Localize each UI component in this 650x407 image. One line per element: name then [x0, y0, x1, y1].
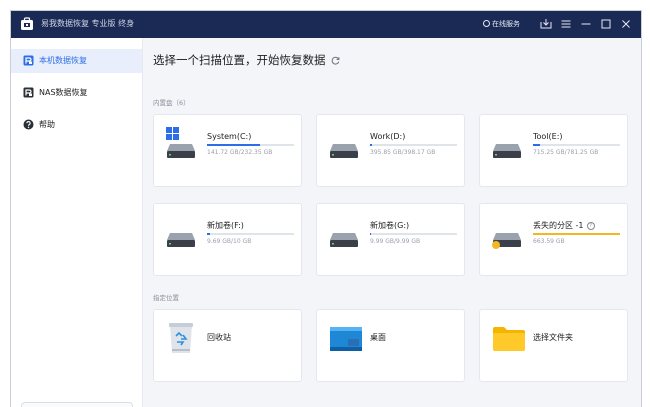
headset-icon	[483, 20, 490, 27]
drive-card-g[interactable]: 新加卷(G:) 9.99 GB/9.99 GB	[316, 203, 465, 276]
maximize-icon	[601, 19, 611, 29]
refresh-icon[interactable]	[331, 56, 340, 65]
maximize-button[interactable]	[598, 16, 614, 32]
hard-drive-icon	[493, 144, 521, 158]
drive-size: 9.99 GB/9.99 GB	[370, 238, 421, 245]
minimize-icon	[581, 23, 591, 25]
nas-recovery-icon	[23, 87, 34, 98]
app-window: 易我数据恢复 专业版 终身 在线服务 本机数据恢复 NAS数据恢复 帮助 选择一…	[10, 10, 642, 407]
main-content: 选择一个扫描位置，开始恢复数据 内置盘（6） System(C:) 141.72…	[143, 38, 641, 407]
sidebar-item-local-recovery[interactable]: 本机数据恢复	[11, 49, 142, 73]
sidebar-item-label: NAS数据恢复	[39, 88, 88, 97]
online-service-label: 在线服务	[492, 20, 520, 28]
desktop-icon	[330, 327, 362, 351]
specified-location-label: 指定位置	[153, 294, 179, 302]
sidebar-item-label: 帮助	[39, 120, 55, 129]
drive-name: Tool(E:)	[533, 132, 563, 141]
hard-drive-icon	[167, 144, 195, 158]
hard-drive-icon	[330, 144, 358, 158]
export-button[interactable]	[538, 16, 554, 32]
drive-size: 663.59 GB	[533, 238, 565, 245]
drive-usage-bar	[207, 144, 294, 146]
drive-usage-bar	[207, 233, 294, 235]
local-recovery-icon	[23, 55, 34, 66]
drive-usage-bar	[370, 233, 457, 235]
drive-name: 丢失的分区 -1	[533, 221, 584, 230]
location-card-select-folder[interactable]: 选择文件夹	[479, 309, 628, 382]
hard-drive-icon	[330, 233, 358, 247]
drive-name: 新加卷(F:)	[207, 221, 244, 230]
drive-size: 9.69 GB/10 GB	[207, 238, 252, 245]
drive-usage-bar	[533, 144, 620, 146]
menu-button[interactable]	[558, 16, 574, 32]
export-icon	[540, 19, 552, 29]
drive-card-d[interactable]: Work(D:) 395.85 GB/398.17 GB	[316, 114, 465, 187]
help-icon	[23, 119, 34, 130]
folder-icon	[493, 327, 525, 351]
sidebar: 本机数据恢复 NAS数据恢复 帮助	[11, 38, 143, 407]
sidebar-item-nas-recovery[interactable]: NAS数据恢复	[11, 81, 142, 105]
hard-drive-icon	[167, 233, 195, 247]
drive-usage-bar	[370, 144, 457, 146]
sidebar-item-label: 本机数据恢复	[39, 56, 87, 65]
app-title: 易我数据恢复 专业版 终身	[41, 19, 135, 28]
recycle-bin-icon	[169, 323, 193, 353]
close-button[interactable]	[618, 16, 634, 32]
sidebar-bottom-panel[interactable]	[21, 402, 133, 407]
page-title: 选择一个扫描位置，开始恢复数据	[153, 53, 326, 67]
drive-usage-bar	[533, 233, 620, 235]
drive-card-lost-partition[interactable]: 丢失的分区 -1? 663.59 GB	[479, 203, 628, 276]
title-bar: 易我数据恢复 专业版 终身 在线服务	[11, 11, 641, 38]
location-label: 选择文件夹	[533, 333, 573, 342]
drive-card-e[interactable]: Tool(E:) 715.25 GB/781.25 GB	[479, 114, 628, 187]
minimize-button[interactable]	[578, 16, 594, 32]
drive-size: 395.85 GB/398.17 GB	[370, 149, 436, 156]
drive-card-f[interactable]: 新加卷(F:) 9.69 GB/10 GB	[153, 203, 302, 276]
drive-card-c[interactable]: System(C:) 141.72 GB/232.35 GB	[153, 114, 302, 187]
online-service-link[interactable]: 在线服务	[483, 18, 520, 30]
app-logo-icon	[21, 17, 33, 30]
location-card-desktop[interactable]: 桌面	[316, 309, 465, 382]
location-label: 桌面	[370, 333, 386, 342]
drive-size: 141.72 GB/232.35 GB	[207, 149, 273, 156]
drive-name: Work(D:)	[370, 132, 406, 141]
question-mark-icon[interactable]: ?	[586, 222, 595, 230]
drive-size: 715.25 GB/781.25 GB	[533, 149, 599, 156]
sidebar-item-help[interactable]: 帮助	[11, 113, 142, 137]
hamburger-icon	[561, 20, 571, 28]
close-icon	[622, 20, 630, 28]
windows-logo-icon	[166, 127, 179, 140]
drive-name: System(C:)	[207, 132, 252, 141]
drive-name-wrap: 丢失的分区 -1?	[533, 220, 595, 231]
lost-partition-badge-icon	[492, 241, 500, 249]
location-label: 回收站	[207, 333, 231, 342]
drive-name: 新加卷(G:)	[370, 221, 410, 230]
internal-disk-label: 内置盘（6）	[153, 99, 190, 107]
location-card-recycle-bin[interactable]: 回收站	[153, 309, 302, 382]
